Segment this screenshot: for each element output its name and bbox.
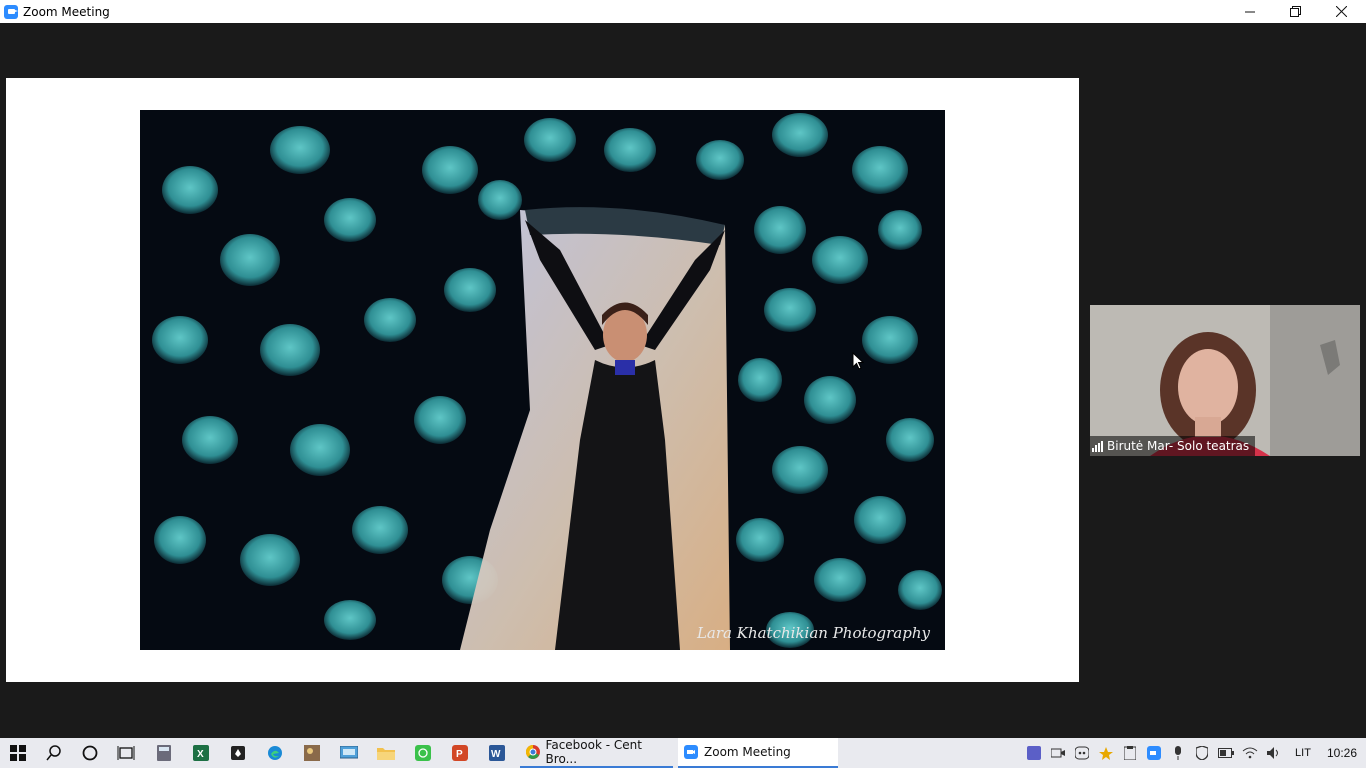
tray-wifi[interactable]	[1240, 738, 1260, 768]
title-bar: Zoom Meeting	[0, 0, 1366, 23]
edge-icon	[268, 746, 282, 760]
participant-video	[1090, 305, 1360, 456]
next-page-arrow[interactable]	[1022, 346, 1054, 386]
discord-icon	[1075, 746, 1089, 760]
tray-defender[interactable]	[1192, 738, 1212, 768]
svg-text:X: X	[197, 749, 204, 760]
tray-teams[interactable]	[1024, 738, 1044, 768]
powerpoint-icon: P	[452, 745, 468, 761]
search-button[interactable]	[36, 738, 72, 768]
camera-icon	[1051, 748, 1065, 758]
restore-button[interactable]	[1272, 0, 1318, 23]
tray-clipboard[interactable]	[1120, 738, 1140, 768]
search-icon	[46, 745, 61, 761]
microphone-icon	[1175, 746, 1181, 760]
tray-discord[interactable]	[1072, 738, 1092, 768]
volume-icon	[1267, 747, 1278, 759]
cortana-icon	[82, 745, 98, 761]
window-title: Zoom Meeting	[23, 4, 110, 19]
tray-clock[interactable]: 10:26	[1322, 738, 1362, 768]
close-icon	[1335, 6, 1347, 17]
minimize-button[interactable]	[1227, 0, 1273, 23]
participant-video-tile[interactable]: Birutė Mar- Solo teatras	[1090, 305, 1360, 456]
tray-language[interactable]: LIT	[1289, 738, 1317, 768]
taskbar-excel[interactable]: X	[183, 738, 219, 768]
star-icon	[1099, 747, 1113, 760]
battery-icon	[1218, 748, 1234, 758]
taskbar-app-chrome[interactable]: Facebook - Cent Bro...	[520, 738, 673, 768]
close-button[interactable]	[1318, 0, 1364, 23]
tray-battery[interactable]	[1216, 738, 1236, 768]
shield-icon	[1196, 746, 1208, 760]
chrome-icon	[526, 745, 540, 759]
taskbar-app-label: Zoom Meeting	[704, 745, 791, 759]
taskbar-powerpoint[interactable]: P	[442, 738, 478, 768]
cortana-button[interactable]	[72, 738, 108, 768]
tray-zoom[interactable]	[1144, 738, 1164, 768]
calculator-icon	[157, 745, 171, 761]
cards-icon	[231, 746, 245, 760]
taskbar-edge[interactable]	[257, 738, 293, 768]
minimize-icon	[1245, 11, 1255, 12]
clipboard-icon	[1124, 746, 1136, 760]
start-button[interactable]	[0, 738, 36, 768]
teams-icon	[1027, 746, 1041, 760]
participant-name-label: Birutė Mar- Solo teatras	[1090, 436, 1256, 456]
taskbar-calculator[interactable]	[146, 738, 182, 768]
stage-photo-image	[140, 110, 945, 650]
word-icon: W	[489, 745, 505, 761]
task-view-button[interactable]	[108, 738, 144, 768]
taskbar-app-zoom[interactable]: Zoom Meeting	[678, 738, 838, 768]
photo-credit: Lara Khatchikian Photography	[696, 624, 930, 642]
taskbar-spotify[interactable]	[405, 738, 441, 768]
mouse-cursor-icon	[852, 351, 865, 375]
signal-strength-icon	[1092, 440, 1103, 452]
taskbar-file-explorer[interactable]	[368, 738, 404, 768]
tray-meet[interactable]	[1048, 738, 1068, 768]
spotify-icon	[415, 745, 431, 761]
windows-logo-icon	[10, 745, 26, 761]
shared-screen[interactable]: Lara Khatchikian Photography	[6, 78, 1079, 682]
paint-icon	[304, 745, 320, 761]
taskbar-paint[interactable]	[294, 738, 330, 768]
svg-text:P: P	[456, 749, 463, 760]
zoom-app-icon	[4, 4, 18, 19]
excel-icon: X	[193, 745, 209, 761]
shared-photo: Lara Khatchikian Photography	[140, 110, 945, 650]
participant-name: Birutė Mar- Solo teatras	[1107, 439, 1250, 453]
svg-text:W: W	[491, 749, 501, 760]
task-view-icon	[117, 746, 135, 760]
taskbar-word[interactable]: W	[479, 738, 515, 768]
zoom-icon	[684, 745, 698, 759]
meeting-area: Lara Khatchikian Photography Birutė Mar-…	[0, 23, 1366, 738]
chevron-right-icon	[1030, 350, 1047, 382]
wifi-icon	[1242, 747, 1258, 759]
taskbar-control-panel[interactable]	[331, 738, 367, 768]
monitor-icon	[340, 746, 358, 759]
folder-icon	[377, 748, 395, 760]
tray-microphone[interactable]	[1168, 738, 1188, 768]
taskbar-solitaire[interactable]	[220, 738, 256, 768]
tray-app[interactable]	[1096, 738, 1116, 768]
windows-taskbar: X P W Facebook - Cent Bro... Zoom Meetin…	[0, 738, 1366, 768]
tray-volume[interactable]	[1264, 738, 1284, 768]
zoom-icon	[1147, 746, 1161, 760]
taskbar-app-label: Facebook - Cent Bro...	[545, 738, 642, 766]
restore-icon	[1289, 6, 1301, 17]
